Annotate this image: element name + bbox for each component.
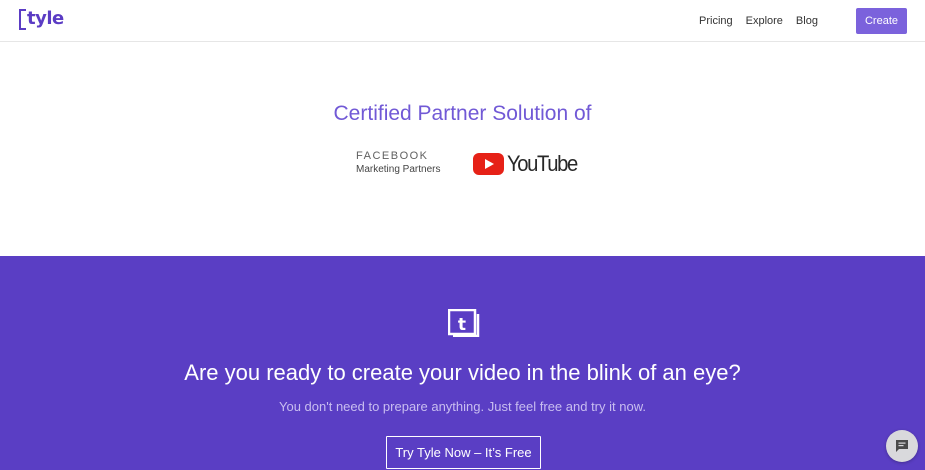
nav-pricing[interactable]: Pricing [699,14,733,28]
facebook-name: FACEBOOK [356,150,429,162]
cta-section: t Are you ready to create your video in … [0,256,925,470]
youtube-logo: YouTube [473,152,583,176]
page: tyle Pricing Explore Blog Create Certifi… [0,0,925,470]
try-tyle-button[interactable]: Try Tyle Now – It’s Free [386,436,541,469]
youtube-word: YouTube [507,151,578,176]
tyle-logo-icon: t [448,309,480,337]
tyle-logo[interactable]: tyle [19,8,65,32]
youtube-play-icon [473,153,504,175]
chat-bubble-icon [896,440,908,452]
cta-subtext: You don't need to prepare anything. Just… [279,399,646,414]
chat-widget-button[interactable] [886,430,918,462]
partner-title: Certified Partner Solution of [333,102,592,125]
main-nav: Pricing Explore Blog [699,14,831,28]
facebook-marketing-partners-logo: FACEBOOK Marketing Partners [356,150,440,176]
top-header: tyle Pricing Explore Blog Create [0,0,925,42]
create-button[interactable]: Create [856,8,907,34]
cta-heading: Are you ready to create your video in th… [184,360,741,385]
nav-blog[interactable]: Blog [796,14,818,28]
svg-text:t: t [458,315,466,335]
logo-text: tyle [26,8,65,30]
facebook-sub: Marketing Partners [356,164,441,175]
nav-explore[interactable]: Explore [746,14,783,28]
